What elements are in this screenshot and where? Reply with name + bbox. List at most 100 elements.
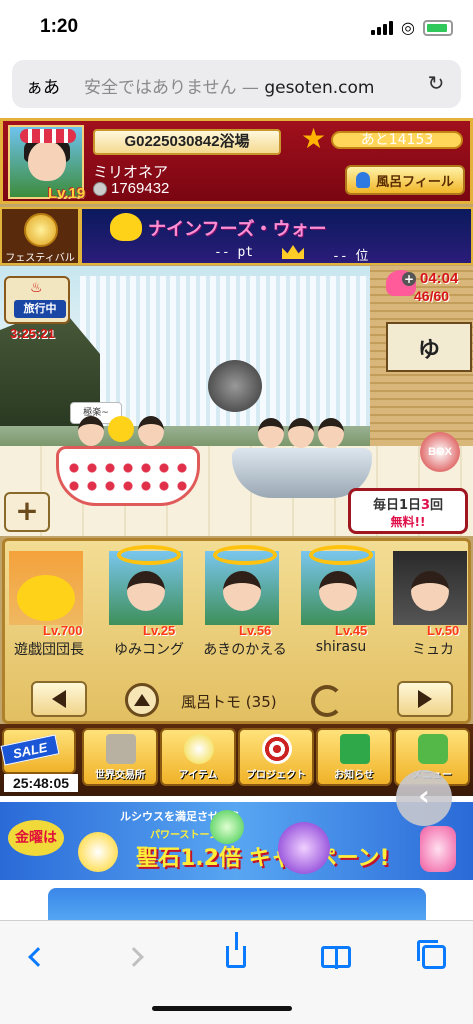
arrow-up-icon	[134, 694, 150, 706]
bath-profile-button[interactable]: 風呂フィール	[345, 165, 465, 195]
url-text[interactable]: 安全ではありません — gesoten.com	[84, 73, 374, 98]
mailbox-icon	[340, 734, 370, 764]
gift-box-button[interactable]: BOX	[420, 432, 460, 472]
event-banner[interactable]: ナインフーズ・ウォー -- pt -- 位	[80, 207, 473, 265]
share-icon	[226, 932, 246, 968]
rubber-duck-icon	[17, 575, 75, 621]
bather	[258, 418, 284, 448]
friend-card[interactable]: Lv.25 ゆみコング	[105, 545, 197, 658]
url-domain: gesoten.com	[264, 78, 375, 98]
status-time: 1:20	[40, 16, 79, 37]
onsen-icon: ♨	[30, 280, 43, 296]
right-tub-bathers	[258, 418, 344, 452]
scroll-top-button[interactable]	[125, 683, 159, 717]
people-icon	[418, 734, 448, 764]
bather	[138, 416, 164, 446]
left-bathtub[interactable]	[56, 446, 200, 506]
refresh-icon[interactable]	[311, 685, 343, 717]
status-icons: ◎	[371, 20, 453, 36]
bath-profile-label: 風呂フィール	[376, 174, 454, 190]
player-level: Lv.19	[48, 185, 86, 202]
tabs-button[interactable]	[414, 937, 454, 977]
medal-icon	[24, 213, 58, 247]
friday-badge: 金曜は	[8, 820, 64, 856]
friend-name: 遊戯団団長	[14, 642, 84, 658]
player-avatar[interactable]: Lv.19	[8, 125, 86, 202]
security-warning: 安全ではありません —	[84, 78, 265, 98]
noren-curtain[interactable]: ゆ	[386, 322, 472, 372]
friend-avatar	[393, 551, 467, 625]
bookmarks-button[interactable]	[316, 937, 356, 977]
friend-pagination: 風呂トモ (35)	[5, 681, 468, 721]
arrow-right-icon	[418, 690, 432, 708]
friend-level: Lv.25	[143, 623, 176, 638]
chevron-left-icon	[28, 947, 48, 967]
add-button[interactable]: +	[4, 492, 50, 532]
bath-scene: ♨ 旅行中 3:25:21 + 04:04 46/60 ゆ 極楽~ BOX + …	[0, 266, 473, 536]
chevron-right-icon	[124, 947, 144, 967]
bath-friends-panel: Lv.700 遊戯団団長 Lv.25 ゆみコング Lv.56 あきのかえる Lv…	[2, 538, 471, 724]
friend-card[interactable]: Lv.56 あきのかえる	[201, 545, 293, 658]
daily-text-a: 毎日1日	[372, 498, 421, 513]
next-page-button[interactable]	[397, 681, 453, 717]
back-button[interactable]	[18, 937, 58, 977]
player-header: Lv.19 G0225030842浴場 ミリオネア 1769432 ★ あと14…	[0, 118, 473, 204]
onsen-halo-icon	[213, 545, 277, 565]
rubber-duck-icon	[108, 416, 134, 442]
flower-crown-icon	[20, 129, 76, 143]
home-indicator	[152, 1006, 292, 1011]
star-icon: ★	[301, 122, 327, 155]
friends-count-label: 風呂トモ (35)	[181, 693, 277, 711]
wifi-icon: ◎	[401, 18, 415, 37]
friend-avatar	[9, 551, 83, 625]
rubber-duck-icon	[110, 213, 142, 241]
event-points: -- pt	[214, 245, 254, 260]
cellular-signal-icon	[371, 21, 394, 35]
ad-subline: パワーストーン	[150, 830, 219, 841]
notice-button[interactable]: お知らせ	[316, 728, 392, 786]
tabs-icon	[417, 940, 446, 969]
bank-building-icon	[106, 734, 136, 764]
reader-options-button[interactable]: ぁあ	[26, 73, 60, 98]
friend-level: Lv.45	[335, 623, 368, 638]
world-trade-button[interactable]: 世界交易所	[82, 728, 158, 786]
forward-button[interactable]	[114, 937, 154, 977]
friend-name: あきのかえる	[203, 642, 287, 658]
project-button[interactable]: プロジェクト	[238, 728, 314, 786]
coin-amount: 1769432	[111, 180, 170, 197]
green-gem-icon	[210, 810, 244, 844]
address-bar[interactable]: ぁあ 安全ではありません — gesoten.com ↻	[12, 60, 461, 108]
menu-label: 世界交易所	[95, 770, 145, 781]
bath-id-label: G0225030842浴場	[93, 129, 281, 155]
friend-card[interactable]: Lv.45 shirasu	[297, 545, 389, 657]
previous-page-button[interactable]	[31, 681, 87, 717]
sale-timer: 25:48:05	[4, 774, 78, 792]
reload-icon[interactable]: ↻	[425, 72, 447, 94]
sale-button[interactable]: SALE	[0, 728, 76, 774]
sale-tag: SALE	[0, 734, 60, 766]
daily-free-button[interactable]: 毎日1日3回 無料!!	[348, 488, 468, 534]
event-rank: -- 位	[332, 249, 369, 264]
menu-label: プロジェクト	[246, 770, 306, 781]
friend-card[interactable]: Lv.50 ミュカ	[389, 545, 473, 658]
item-button[interactable]: アイテム	[160, 728, 236, 786]
friend-name: ゆみコング	[114, 642, 184, 658]
status-bar: 1:20 ◎	[0, 0, 473, 58]
festival-button[interactable]: フェスティバル	[0, 207, 80, 265]
friend-level: Lv.56	[239, 623, 272, 638]
potion-icon	[184, 734, 214, 764]
friend-card[interactable]: Lv.700 遊戯団団長	[5, 545, 97, 658]
friend-name: ミュカ	[412, 642, 454, 658]
event-title: ナインフーズ・ウォー	[148, 219, 327, 240]
add-hp-button[interactable]: +	[402, 272, 416, 286]
arrow-left-icon	[52, 690, 66, 708]
player-name: ミリオネア	[93, 163, 169, 181]
share-button[interactable]	[216, 932, 256, 977]
travel-label: 旅行中	[14, 300, 66, 318]
book-icon	[321, 946, 351, 969]
onsen-halo-icon	[309, 545, 373, 565]
floating-collapse-button[interactable]: ‹	[396, 770, 452, 826]
daily-free-label: 無料!!	[390, 515, 426, 529]
travel-status-button[interactable]: ♨ 旅行中	[4, 276, 70, 324]
target-icon	[262, 734, 292, 764]
